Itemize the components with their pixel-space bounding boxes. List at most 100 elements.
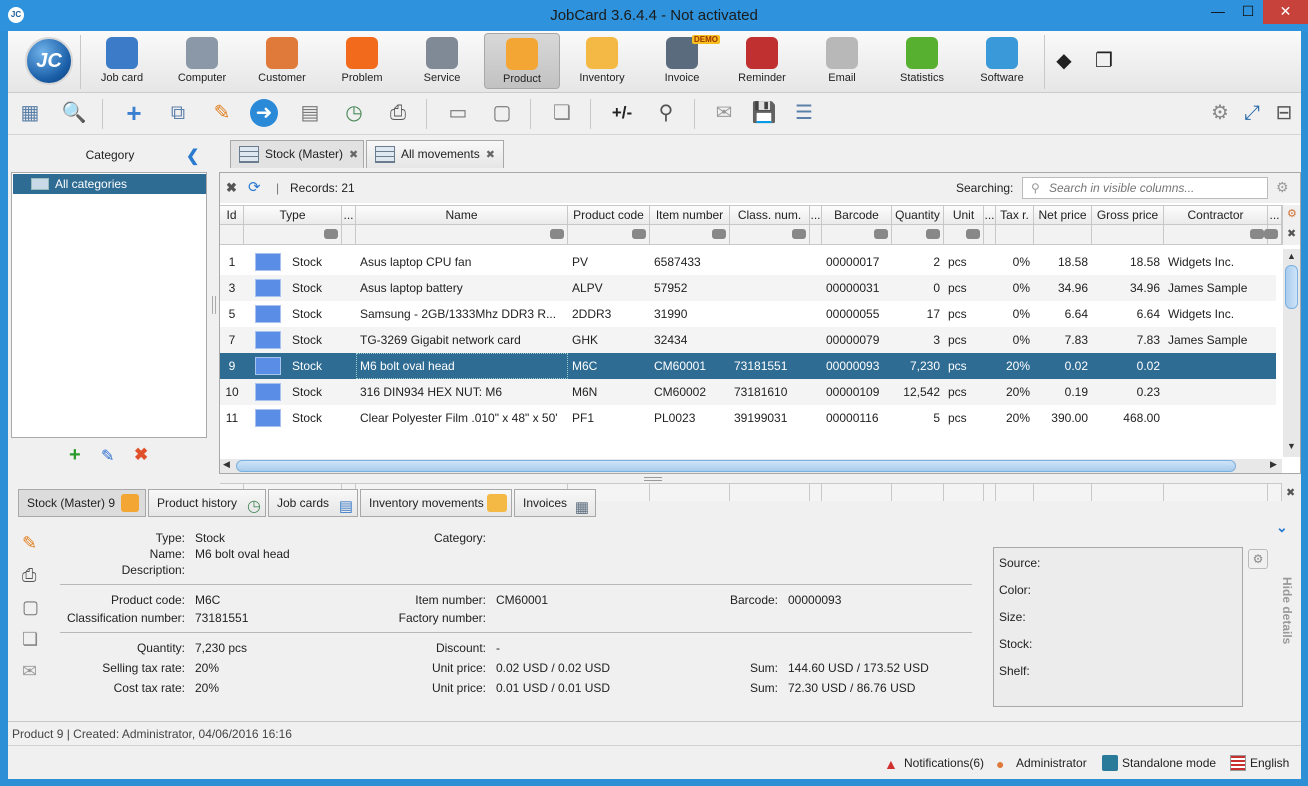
column-filter[interactable] xyxy=(568,225,650,244)
tab-job-cards[interactable]: Job cards ▤ xyxy=(268,489,358,517)
email-icon[interactable]: ✉ xyxy=(22,661,37,682)
column-header[interactable]: Item number xyxy=(650,206,730,225)
vertical-scroll-thumb[interactable] xyxy=(1285,265,1298,309)
toolbar-email-button[interactable]: Email xyxy=(804,33,880,89)
duplicate-icon[interactable]: ❏ xyxy=(546,97,578,129)
toolbar-product-button[interactable]: Product xyxy=(484,33,560,89)
search-icon[interactable]: 🔍 xyxy=(58,97,90,129)
tab-inventory-movements[interactable]: Inventory movements xyxy=(360,489,512,517)
save-icon[interactable]: 💾 xyxy=(748,97,780,129)
column-filter[interactable] xyxy=(944,225,984,244)
column-filter[interactable] xyxy=(1164,225,1268,244)
filter-icon[interactable] xyxy=(966,229,980,239)
maximize-button[interactable]: ☐ xyxy=(1233,0,1263,24)
column-filter[interactable] xyxy=(1034,225,1092,244)
toolbar-service-button[interactable]: Service xyxy=(404,33,480,89)
table-row[interactable]: 7 Stock TG-3269 Gigabit network card GHK 324… xyxy=(220,327,1276,353)
filter-icon[interactable] xyxy=(712,229,726,239)
column-header[interactable]: Gross price xyxy=(1092,206,1164,225)
jobcard-logo[interactable]: JC xyxy=(25,37,73,85)
hide-details-button[interactable]: Hide details xyxy=(1280,577,1294,644)
column-filter[interactable] xyxy=(810,225,822,244)
plus-minus-icon[interactable]: +/- xyxy=(606,97,638,129)
print-icon[interactable]: ⎙ xyxy=(382,97,414,129)
column-header[interactable]: ... xyxy=(342,206,356,225)
history-icon[interactable]: ◷ xyxy=(338,97,370,129)
toolbar-job-card-button[interactable]: Job card xyxy=(84,33,160,89)
delete-category-icon[interactable]: ✖ xyxy=(134,445,148,465)
duplicate-icon[interactable]: ❏ xyxy=(22,629,38,650)
print-icon[interactable]: ⎙ xyxy=(22,565,36,586)
column-filter[interactable] xyxy=(822,225,892,244)
column-filter[interactable] xyxy=(220,225,244,244)
tab-all-movements[interactable]: All movements ✖ xyxy=(366,140,504,168)
tab-stock-master[interactable]: Stock (Master) ✖ xyxy=(230,140,364,168)
search-settings-icon[interactable]: ⚙ xyxy=(1276,179,1289,196)
user-button[interactable]: ● Administrator xyxy=(996,754,1087,772)
column-filter[interactable] xyxy=(892,225,944,244)
column-header[interactable]: Name xyxy=(356,206,568,225)
horizontal-splitter[interactable] xyxy=(644,477,662,481)
settings-gear-icon[interactable]: ⚙ xyxy=(1204,97,1236,129)
toolbar-reminder-button[interactable]: Reminder xyxy=(724,33,800,89)
column-filter[interactable] xyxy=(342,225,356,244)
table-view-icon[interactable]: ▦ xyxy=(14,97,46,129)
copy-new-icon[interactable]: ⧉ xyxy=(162,97,194,129)
column-filter[interactable] xyxy=(356,225,568,244)
column-filter[interactable] xyxy=(1092,225,1164,244)
filter-icon[interactable] xyxy=(1264,229,1278,239)
filter-icon[interactable] xyxy=(324,229,338,239)
new-document-icon[interactable]: ▢ xyxy=(486,97,518,129)
filter-icon[interactable] xyxy=(792,229,806,239)
tab-product-history[interactable]: Product history ◷ xyxy=(148,489,266,517)
close-tab-icon[interactable]: ✖ xyxy=(486,149,495,161)
search-input[interactable] xyxy=(1049,180,1259,196)
toolbar-computer-button[interactable]: Computer xyxy=(164,33,240,89)
column-filter[interactable] xyxy=(984,225,996,244)
table-row[interactable]: 11 Stock Clear Polyester Film .010" x 48" … xyxy=(220,405,1276,431)
fullscreen-icon[interactable]: ⤢ xyxy=(1236,97,1268,129)
filter-icon[interactable] xyxy=(926,229,940,239)
column-filter[interactable] xyxy=(650,225,730,244)
tab-invoices[interactable]: Invoices ▦ xyxy=(514,489,596,517)
toolbar-customer-button[interactable]: Customer xyxy=(244,33,320,89)
toolbar-statistics-button[interactable]: Statistics xyxy=(884,33,960,89)
barcode-scanner-icon[interactable]: ⚲ xyxy=(650,97,682,129)
column-filter[interactable] xyxy=(244,225,342,244)
column-filter[interactable] xyxy=(996,225,1034,244)
collapse-panel-icon[interactable]: ❮ xyxy=(186,146,199,166)
close-tab-icon[interactable]: ✖ xyxy=(349,149,358,161)
new-document-icon[interactable]: ▢ xyxy=(22,597,39,618)
table-row[interactable]: 1 Stock Asus laptop CPU fan PV 6587433 000000… xyxy=(220,249,1276,275)
new-window-icon[interactable]: ▭ xyxy=(442,97,474,129)
edit-icon[interactable]: ✎ xyxy=(22,533,37,554)
filter-icon[interactable] xyxy=(874,229,888,239)
close-button[interactable]: ✕ xyxy=(1263,0,1308,24)
minimize-button[interactable]: — xyxy=(1203,0,1233,24)
search-field[interactable]: ⚲ xyxy=(1022,177,1268,199)
mode-button[interactable]: Standalone mode xyxy=(1102,754,1216,772)
column-chooser[interactable]: ⚙ ✖ xyxy=(1282,205,1300,245)
tab-stock-master-detail[interactable]: Stock (Master) 9 xyxy=(18,489,146,517)
toolbar-inventory-button[interactable]: Inventory xyxy=(564,33,640,89)
column-header[interactable]: Contractor xyxy=(1164,206,1268,225)
report-icon[interactable]: ☰ xyxy=(788,97,820,129)
column-header[interactable]: Barcode xyxy=(822,206,892,225)
table-row[interactable]: 9 Stock M6 bolt oval head M6C CM60001 7318155… xyxy=(220,353,1276,379)
column-header[interactable]: Class. num. xyxy=(730,206,810,225)
add-category-icon[interactable]: + xyxy=(69,444,81,467)
column-filter[interactable] xyxy=(1264,225,1282,244)
column-header[interactable]: ... xyxy=(1268,206,1282,225)
column-header[interactable]: Tax r. xyxy=(996,206,1034,225)
table-row[interactable]: 10 Stock 316 DIN934 HEX NUT: M6 M6N CM60002 7… xyxy=(220,379,1276,405)
email-icon[interactable]: ✉ xyxy=(708,97,740,129)
vertical-scrollbar[interactable]: ▲ ▼ xyxy=(1283,249,1300,457)
arrow-right-icon[interactable]: ➜ xyxy=(250,99,278,127)
table-row[interactable]: 3 Stock Asus laptop battery ALPV 57952 000000… xyxy=(220,275,1276,301)
clear-filters-icon[interactable]: ✖ xyxy=(1287,227,1296,240)
column-header[interactable]: ... xyxy=(810,206,822,225)
language-button[interactable]: English xyxy=(1230,754,1289,772)
toolbar-invoice-button[interactable]: DEMO Invoice xyxy=(644,33,720,89)
column-filter[interactable] xyxy=(730,225,810,244)
column-header[interactable]: Net price xyxy=(1034,206,1092,225)
